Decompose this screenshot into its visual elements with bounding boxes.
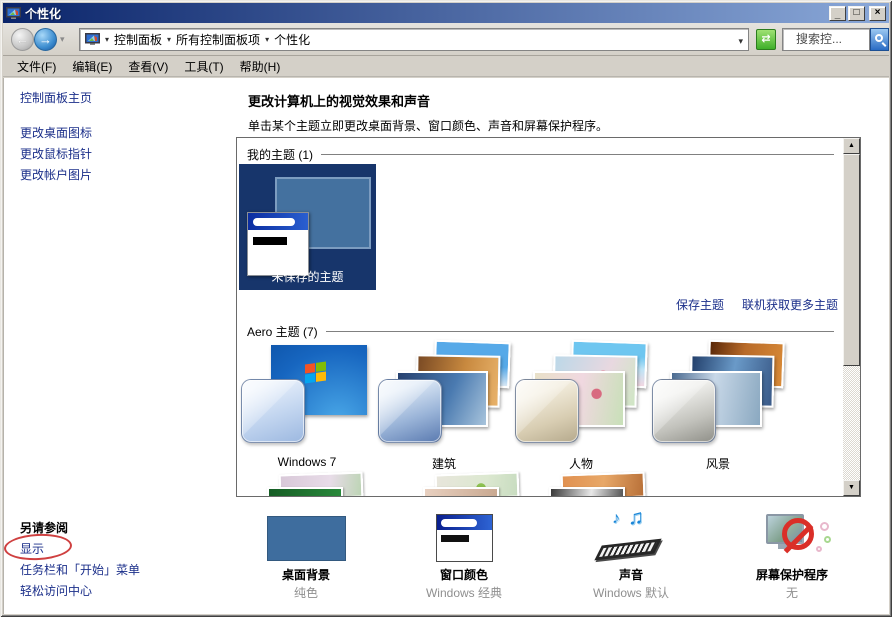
refresh-button[interactable]: ⇄	[756, 29, 776, 50]
screensaver-value: 无	[722, 584, 862, 601]
menu-view[interactable]: 查看(V)	[124, 56, 180, 77]
sounds-value: Windows 默认	[561, 584, 701, 601]
theme-thumbnail-partial[interactable]	[549, 471, 649, 497]
theme-label: 未保存的主题	[239, 268, 376, 285]
menu-bar: 文件(F) 编辑(E) 查看(V) 工具(T) 帮助(H)	[3, 57, 889, 77]
sidebar-item-change-account-picture[interactable]: 更改帐户图片	[20, 166, 92, 183]
desktop-background-value: 纯色	[236, 584, 376, 601]
breadcrumb-personalization[interactable]: 个性化	[274, 31, 310, 48]
search-icon	[875, 34, 883, 42]
personalization-icon	[85, 33, 100, 46]
theme-label: 建筑	[378, 455, 510, 472]
theme-landscapes[interactable]: 风景	[652, 341, 784, 472]
glass-tile-icon	[241, 379, 305, 443]
recent-pages-dropdown-icon[interactable]: ▾	[60, 34, 65, 45]
glass-tile-icon	[515, 379, 579, 443]
themes-scrollbar[interactable]: ▲ ▼	[843, 138, 860, 496]
theme-architecture[interactable]: 建筑	[378, 341, 510, 472]
sidebar-item-change-mouse-pointers[interactable]: 更改鼠标指针	[20, 145, 92, 162]
address-bar[interactable]: ▾ 控制面板 ▾ 所有控制面板项 ▾ 个性化 ▾	[79, 28, 749, 51]
divider	[326, 331, 834, 332]
chevron-down-icon[interactable]: ▾	[265, 35, 269, 44]
music-note-icon: ♪	[612, 510, 620, 528]
screensaver-icon[interactable]	[764, 510, 836, 566]
window-title: 个性化	[25, 5, 829, 22]
windows-logo-icon	[305, 362, 326, 384]
theme-characters[interactable]: 人物	[515, 341, 647, 472]
minimize-button[interactable]: _	[829, 6, 846, 21]
sounds-label[interactable]: 声音	[561, 566, 701, 583]
breadcrumb-all-items[interactable]: 所有控制面板项	[176, 31, 260, 48]
prohibition-icon	[782, 518, 814, 550]
window-preview	[247, 212, 309, 276]
get-more-themes-link[interactable]: 联机获取更多主题	[742, 296, 838, 313]
maximize-button[interactable]: □	[848, 6, 865, 21]
address-dropdown-icon[interactable]: ▾	[738, 36, 743, 47]
menu-help[interactable]: 帮助(H)	[236, 56, 293, 77]
back-button[interactable]: ←	[11, 28, 34, 51]
scroll-down-icon[interactable]: ▼	[843, 480, 860, 496]
sidebar-item-control-panel-home[interactable]: 控制面板主页	[20, 89, 92, 106]
breadcrumb-control-panel[interactable]: 控制面板	[114, 31, 162, 48]
menu-edit[interactable]: 编辑(E)	[68, 56, 124, 77]
window-color-value: Windows 经典	[394, 584, 534, 601]
window-color-thumbnail[interactable]	[436, 514, 493, 562]
theme-list: 我的主题 (1) 未保存的主题 保存主题 联机获取更多主题 Aero 主题 (7…	[236, 137, 861, 497]
desktop-background-label[interactable]: 桌面背景	[236, 566, 376, 583]
menu-file[interactable]: 文件(F)	[13, 56, 68, 77]
screensaver-label[interactable]: 屏幕保护程序	[722, 566, 862, 583]
bubble-icon	[816, 546, 822, 552]
theme-thumbnail	[241, 341, 373, 449]
window-color-label[interactable]: 窗口颜色	[394, 566, 534, 583]
theme-label: 人物	[515, 455, 647, 472]
divider	[321, 154, 834, 155]
theme-thumbnail-partial[interactable]	[423, 471, 523, 497]
sidebar-item-change-desktop-icons[interactable]: 更改桌面图标	[20, 124, 92, 141]
my-themes-header: 我的主题 (1)	[247, 146, 834, 163]
forward-button[interactable]: →	[34, 28, 57, 51]
aero-themes-header: Aero 主题 (7)	[247, 323, 834, 340]
theme-label: 风景	[652, 455, 784, 472]
theme-unsaved-selected[interactable]: 未保存的主题	[239, 164, 376, 290]
personalization-icon	[6, 7, 21, 20]
glass-tile-icon	[652, 379, 716, 443]
keyboard-icon	[594, 539, 661, 561]
bubble-icon	[824, 536, 831, 543]
see-also-ease-of-access-link[interactable]: 轻松访问中心	[20, 582, 92, 599]
address-toolbar: ← → ▾ ▾ 控制面板 ▾ 所有控制面板项 ▾ 个性化 ▾ ⇄ 搜	[3, 23, 889, 56]
theme-thumbnail	[378, 341, 510, 449]
music-note-icon: ♫	[628, 506, 644, 530]
search-input[interactable]: 搜索控...	[782, 28, 870, 51]
search-button[interactable]	[870, 28, 889, 51]
page-title: 更改计算机上的视觉效果和声音	[248, 91, 430, 110]
sounds-icon[interactable]: ♪ ♫	[598, 512, 668, 564]
scroll-up-icon[interactable]: ▲	[843, 138, 860, 154]
theme-windows7[interactable]: Windows 7	[241, 341, 373, 469]
scrollbar-thumb[interactable]	[843, 154, 860, 366]
page-subtitle: 单击某个主题立即更改桌面背景、窗口颜色、声音和屏幕保护程序。	[248, 117, 608, 134]
theme-label: Windows 7	[241, 455, 373, 469]
chevron-down-icon[interactable]: ▾	[167, 35, 171, 44]
see-also-taskbar-link[interactable]: 任务栏和「开始」菜单	[20, 561, 140, 578]
theme-thumbnail	[652, 341, 784, 449]
chevron-down-icon[interactable]: ▾	[105, 35, 109, 44]
menu-tools[interactable]: 工具(T)	[180, 56, 235, 77]
desktop-background-thumbnail[interactable]	[267, 516, 346, 561]
bubble-icon	[820, 522, 829, 531]
save-theme-link[interactable]: 保存主题	[676, 296, 724, 313]
theme-thumbnail	[515, 341, 647, 449]
close-button[interactable]: ×	[869, 6, 886, 21]
theme-thumbnail-partial[interactable]	[267, 471, 367, 497]
glass-tile-icon	[378, 379, 442, 443]
title-bar: 个性化 _ □ ×	[3, 3, 889, 23]
personalization-window: 个性化 _ □ × ← → ▾ ▾ 控制面板 ▾	[0, 0, 892, 617]
